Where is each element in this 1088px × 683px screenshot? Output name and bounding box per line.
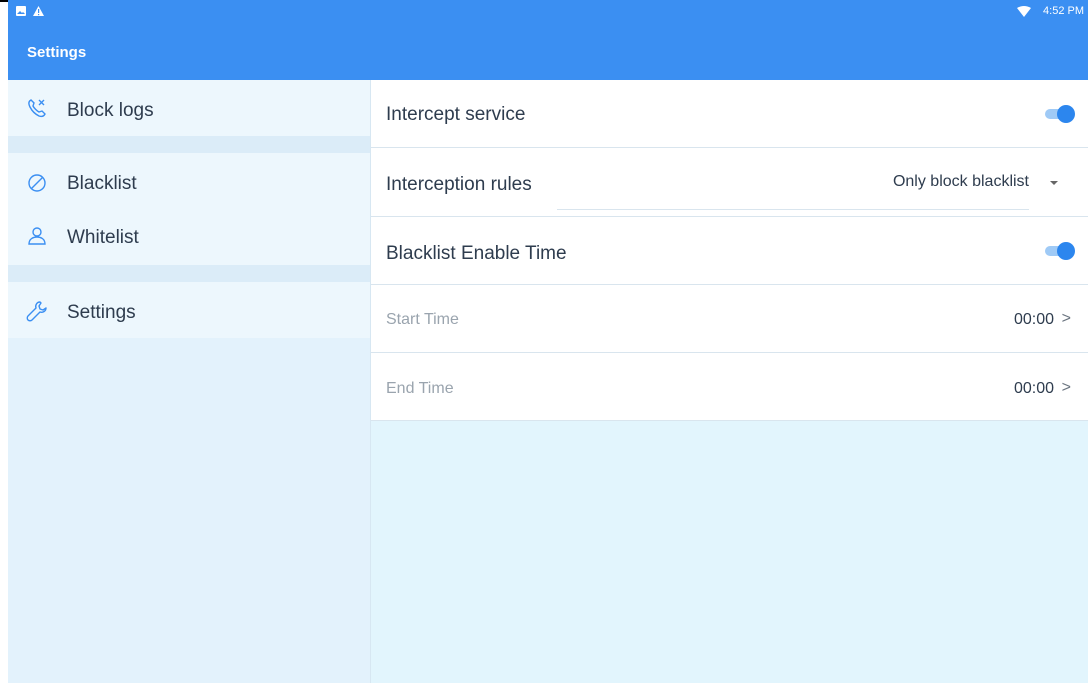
sidebar-item-whitelist[interactable]: Whitelist [8, 209, 370, 265]
sidebar-item-label: Whitelist [67, 227, 139, 248]
app-bar: Settings [8, 26, 1088, 80]
block-circle-icon [28, 174, 46, 192]
sidebar-divider [8, 265, 370, 282]
page-title: Settings [27, 44, 87, 61]
intercept-service-row[interactable]: Intercept service [371, 80, 1088, 148]
sidebar-item-settings[interactable]: Settings [8, 282, 370, 338]
blacklist-enable-time-toggle[interactable] [1045, 242, 1075, 260]
wrench-icon [26, 301, 47, 322]
blacklist-enable-time-row[interactable]: Blacklist Enable Time [371, 217, 1088, 285]
status-time: 4:52 PM [1043, 5, 1084, 17]
sidebar: Block logs Blacklist Whitelist Settings [8, 80, 371, 683]
sidebar-item-block-logs[interactable]: Block logs [8, 80, 370, 136]
interception-rules-value: Only block blacklist [892, 173, 1029, 190]
start-time-row[interactable]: Start Time 00:00 > [371, 285, 1088, 353]
image-icon [16, 6, 26, 16]
warning-icon [33, 6, 44, 16]
phone-blocked-icon [28, 99, 46, 118]
interception-rules-label: Interception rules [386, 174, 532, 195]
interception-rules-select[interactable]: Only block blacklist [557, 148, 1029, 210]
chevron-right-icon: > [1061, 379, 1071, 396]
end-time-row[interactable]: End Time 00:00 > [371, 353, 1088, 421]
blacklist-enable-time-label: Blacklist Enable Time [386, 243, 567, 264]
chevron-right-icon: > [1061, 310, 1071, 327]
sidebar-item-label: Block logs [67, 100, 154, 121]
start-time-value: 00:00 [1013, 311, 1054, 328]
interception-rules-row: Interception rules Only block blacklist [371, 148, 1088, 217]
wifi-icon [1017, 5, 1032, 17]
sidebar-divider [8, 136, 370, 153]
settings-panel: Intercept service Interception rules Onl… [371, 80, 1088, 683]
chevron-down-icon [1050, 181, 1058, 185]
start-time-label: Start Time [386, 311, 459, 328]
status-bar: 4:52 PM [8, 0, 1088, 26]
end-time-value: 00:00 [1013, 380, 1054, 397]
user-icon [28, 227, 46, 245]
sidebar-item-label: Settings [67, 302, 136, 323]
sidebar-item-label: Blacklist [67, 173, 137, 194]
sidebar-item-blacklist[interactable]: Blacklist [8, 153, 370, 209]
intercept-service-label: Intercept service [386, 104, 526, 125]
top-edge-line [0, 0, 8, 2]
end-time-label: End Time [386, 380, 454, 397]
intercept-service-toggle[interactable] [1045, 105, 1075, 123]
